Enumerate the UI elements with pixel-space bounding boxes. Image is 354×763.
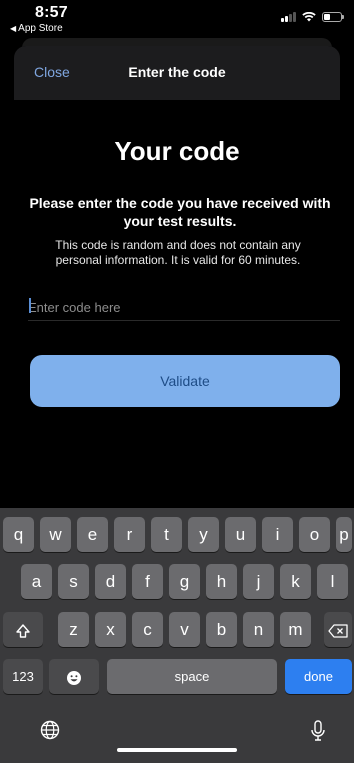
key-w[interactable]: w (40, 517, 71, 552)
shift-icon (16, 623, 30, 638)
code-input[interactable] (28, 294, 340, 321)
key-z[interactable]: z (58, 612, 89, 647)
emoji-key[interactable] (49, 659, 99, 694)
nav-bar: Close Enter the code (14, 46, 340, 100)
key-j[interactable]: j (243, 564, 274, 599)
back-triangle-icon: ◀ (10, 24, 17, 33)
status-bar: 8:57 ◀ App Store (0, 0, 354, 40)
globe-key[interactable] (40, 720, 60, 745)
space-key[interactable]: space (107, 659, 277, 694)
backspace-icon (328, 623, 348, 638)
instruction-text: Please enter the code you have received … (29, 195, 331, 229)
key-g[interactable]: g (169, 564, 200, 599)
key-r[interactable]: r (114, 517, 145, 552)
done-key[interactable]: done (285, 659, 352, 694)
key-p[interactable]: p (336, 517, 352, 552)
numbers-key[interactable]: 123 (3, 659, 43, 694)
key-x[interactable]: x (95, 612, 126, 647)
shift-key[interactable] (3, 612, 43, 647)
key-f[interactable]: f (132, 564, 163, 599)
key-b[interactable]: b (206, 612, 237, 647)
dictation-key[interactable] (310, 720, 326, 747)
key-h[interactable]: h (206, 564, 237, 599)
key-l[interactable]: l (317, 564, 348, 599)
key-k[interactable]: k (280, 564, 311, 599)
microphone-icon (311, 720, 325, 741)
key-u[interactable]: u (225, 517, 256, 552)
emoji-icon (67, 670, 81, 685)
nav-title: Enter the code (128, 64, 226, 80)
page-heading: Your code (114, 136, 240, 166)
battery-icon (322, 12, 344, 22)
delete-key[interactable] (324, 612, 352, 647)
key-y[interactable]: y (188, 517, 219, 552)
key-e[interactable]: e (77, 517, 108, 552)
wifi-icon (302, 12, 316, 22)
status-icons (281, 12, 344, 22)
home-indicator[interactable] (117, 748, 237, 752)
cellular-signal-icon (281, 12, 296, 22)
back-app-label: App Store (18, 23, 63, 34)
key-i[interactable]: i (262, 517, 293, 552)
status-time: 8:57 (35, 4, 68, 21)
key-t[interactable]: t (151, 517, 182, 552)
key-o[interactable]: o (299, 517, 330, 552)
globe-icon (40, 720, 60, 740)
validate-button[interactable]: Validate (30, 355, 340, 407)
key-q[interactable]: q (3, 517, 34, 552)
info-text: This code is random and does not contain… (55, 238, 301, 267)
key-c[interactable]: c (132, 612, 163, 647)
back-to-app-link[interactable]: ◀ App Store (10, 23, 63, 34)
key-a[interactable]: a (21, 564, 52, 599)
text-caret (29, 298, 31, 313)
key-s[interactable]: s (58, 564, 89, 599)
key-v[interactable]: v (169, 612, 200, 647)
key-m[interactable]: m (280, 612, 311, 647)
key-n[interactable]: n (243, 612, 274, 647)
key-d[interactable]: d (95, 564, 126, 599)
